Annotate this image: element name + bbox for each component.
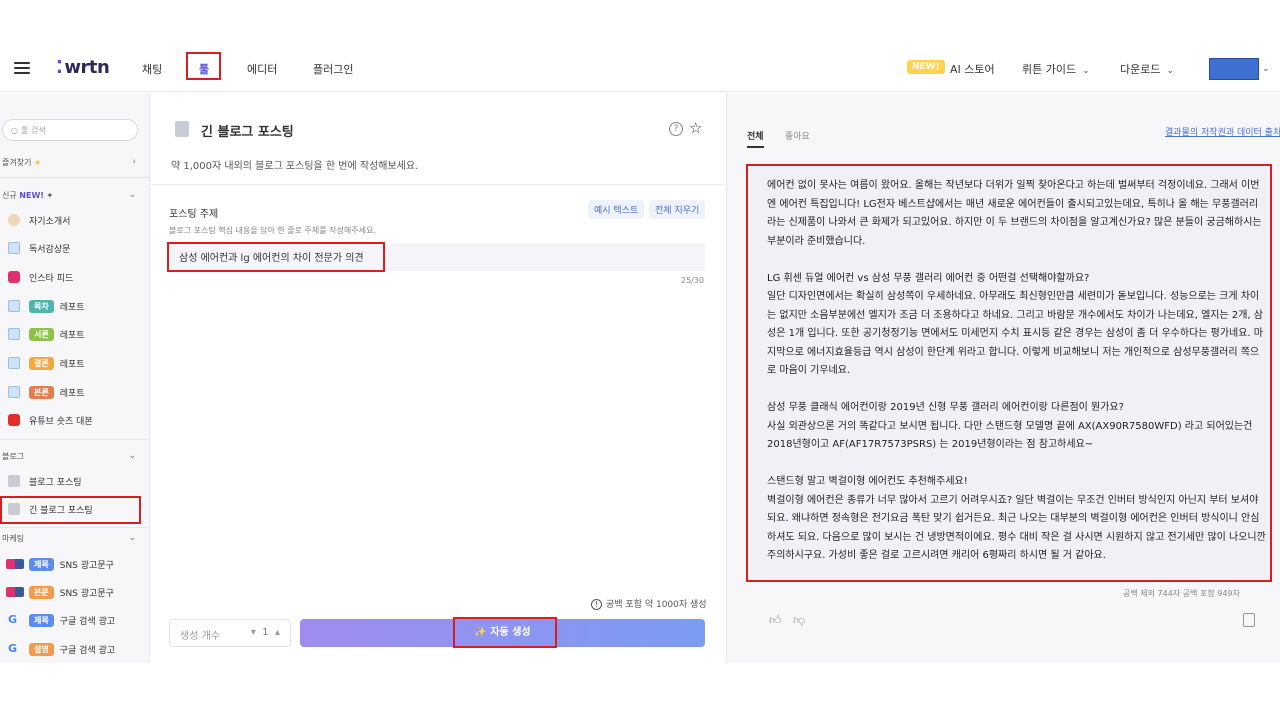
thumbs-down-icon[interactable]: 👎︎ [793, 613, 805, 628]
info-icon: ! [591, 599, 602, 610]
nav-guide[interactable]: 뤼튼 가이드 ⌄ [1022, 61, 1090, 77]
chevron-down-icon: ⌄ [128, 533, 136, 543]
sidebar-item-report-body[interactable]: 본론 레포트 [8, 383, 138, 401]
document-icon [8, 300, 20, 312]
favorite-star-icon[interactable]: ☆ [689, 119, 702, 137]
blog-section[interactable]: 블로그 ⌄ [2, 451, 136, 462]
document-icon [8, 242, 20, 254]
result-stats: 공백 제외 744자 공백 포함 949자 [1123, 589, 1240, 598]
highlight-box-generate [453, 617, 557, 648]
chevron-down-icon: ⌄ [128, 451, 136, 461]
divider [0, 439, 150, 440]
chevron-down-icon: ⌄ [1082, 66, 1090, 76]
sidebar-item-youtube-shorts[interactable]: 유튜브 숏츠 대본 [8, 411, 138, 429]
tag-badge: 제목 [29, 557, 54, 571]
caret-up-icon[interactable]: ▴ [275, 627, 280, 638]
tab-likes[interactable]: 좋아요 [785, 129, 810, 142]
topic-hint: 블로그 포스팅 핵심 내용을 담아 한 줄로 주제를 작성해주세요. [169, 226, 376, 235]
avatar-chevron-down-icon[interactable]: ⌄ [1262, 61, 1270, 74]
tool-search-input[interactable]: ○ 툴 검색 [2, 119, 138, 141]
logo-dots-icon: ⁚ [56, 57, 63, 78]
user-avatar[interactable] [1209, 58, 1259, 80]
document-icon [8, 328, 20, 340]
document-icon [8, 475, 20, 487]
guide-label: 뤼튼 가이드 [1022, 63, 1077, 76]
new-icon: ✦ [46, 191, 54, 200]
tag-badge: 본문 [29, 585, 54, 599]
top-bar: ⁚ wrtn 채팅 툴 에디터 플러그인 NEW! AI 스토어 뤼튼 가이드 ⌄ … [0, 48, 1280, 92]
tool-description: 약 1,000자 내외의 블로그 포스팅을 한 번에 작성해보세요. [171, 161, 419, 172]
chevron-down-icon: ⌄ [1166, 66, 1175, 76]
topic-label: 포스팅 주제 [169, 209, 219, 220]
example-text-button[interactable]: 예시 텍스트 [588, 200, 645, 219]
favorites-section[interactable]: 즐겨찾기 ★ › [2, 157, 136, 168]
document-icon [8, 357, 20, 369]
sns-icon [6, 559, 24, 569]
marketing-section[interactable]: 마케팅 ⌄ [2, 533, 136, 544]
sidebar-item-google-ad-desc[interactable]: G 설명 구글 검색 광고 [8, 640, 138, 658]
char-counter: 25/30 [681, 276, 705, 285]
tag-badge: 목차 [29, 299, 54, 313]
divider [0, 527, 150, 528]
highlight-box-sidebar [0, 496, 141, 524]
tab-all[interactable]: 전체 [747, 129, 764, 148]
chevron-right-icon: › [132, 157, 136, 167]
divider [0, 177, 150, 178]
star-icon: ★ [34, 158, 42, 167]
count-label: 생성 개수 [180, 631, 220, 642]
nav-ai-store[interactable]: AI 스토어 [950, 61, 995, 77]
sidebar-item-sns-body[interactable]: 본문 SNS 광고문구 [6, 583, 136, 601]
generation-count-stepper[interactable]: 생성 개수 ▾ 1 ▴ [169, 619, 291, 647]
copyright-link[interactable]: 결과물의 저작권과 데이터 출처 [1165, 125, 1280, 138]
highlight-box-topic [167, 242, 385, 272]
instagram-icon [8, 271, 20, 283]
sidebar-item-report-toc[interactable]: 목차 레포트 [8, 297, 138, 315]
new-section[interactable]: 신규 NEW! ✦ ⌄ [2, 190, 136, 201]
sidebar-item-report-conclusion[interactable]: 결론 레포트 [8, 354, 138, 372]
youtube-icon [8, 414, 20, 426]
tag-badge: 서론 [29, 327, 54, 341]
document-icon [175, 121, 189, 137]
tool-panel: 긴 블로그 포스팅 ? ☆ 약 1,000자 내외의 블로그 포스팅을 한 번에… [151, 93, 725, 663]
search-icon: ○ [11, 126, 18, 135]
divider [151, 184, 725, 185]
logo[interactable]: ⁚ wrtn [56, 57, 110, 78]
thumbs-up-icon[interactable]: 👍︎ [769, 613, 782, 628]
sidebar-item-google-ad-title[interactable]: G 제목 구글 검색 광고 [8, 611, 138, 629]
download-label: 다운로드 [1120, 63, 1161, 76]
generation-note: ! 공백 포함 약 1000자 생성 [591, 597, 707, 610]
highlight-box-tool [186, 52, 221, 80]
tag-badge: 본론 [29, 385, 54, 399]
nav-chat[interactable]: 채팅 [142, 61, 162, 77]
menu-icon[interactable] [14, 62, 30, 74]
sidebar-item-sns-title[interactable]: 제목 SNS 광고문구 [6, 555, 136, 573]
sidebar-item-report-intro[interactable]: 서론 레포트 [8, 325, 138, 343]
result-panel: 전체 좋아요 결과물의 저작권과 데이터 출처 에어컨 없이 못사는 여름이 왔… [726, 93, 1280, 663]
chevron-down-icon: ⌄ [128, 190, 136, 200]
count-value: 1 [262, 627, 269, 638]
sidebar-item-blog-posting[interactable]: 블로그 포스팅 [8, 472, 138, 490]
google-icon: G [8, 613, 18, 626]
tag-badge: 결론 [29, 356, 54, 370]
nav-editor[interactable]: 에디터 [247, 61, 277, 77]
clear-all-button[interactable]: 전체 지우기 [649, 200, 706, 219]
help-icon[interactable]: ? [669, 122, 683, 136]
nav-download[interactable]: 다운로드 ⌄ [1120, 61, 1174, 77]
tool-title: 긴 블로그 포스팅 [201, 125, 294, 140]
caret-down-icon[interactable]: ▾ [251, 627, 256, 638]
new-badge: NEW! [907, 60, 945, 74]
sns-icon [6, 587, 24, 597]
sidebar-item-book-review[interactable]: 독서감상문 [8, 239, 138, 257]
tag-badge: 설명 [29, 642, 54, 656]
nav-plugin[interactable]: 플러그인 [313, 61, 353, 77]
person-icon [8, 214, 20, 226]
google-icon: G [8, 642, 18, 655]
sidebar: ○ 툴 검색 즐겨찾기 ★ › 신규 NEW! ✦ ⌄ 자기소개서 독서감상문 인… [0, 93, 150, 663]
sidebar-item-insta-feed[interactable]: 인스타 피드 [8, 268, 138, 286]
document-icon [8, 386, 20, 398]
tag-badge: 제목 [29, 613, 54, 627]
highlight-box-result [746, 164, 1272, 582]
sidebar-item-cover-letter[interactable]: 자기소개서 [8, 211, 138, 229]
copy-icon[interactable] [1243, 613, 1255, 627]
